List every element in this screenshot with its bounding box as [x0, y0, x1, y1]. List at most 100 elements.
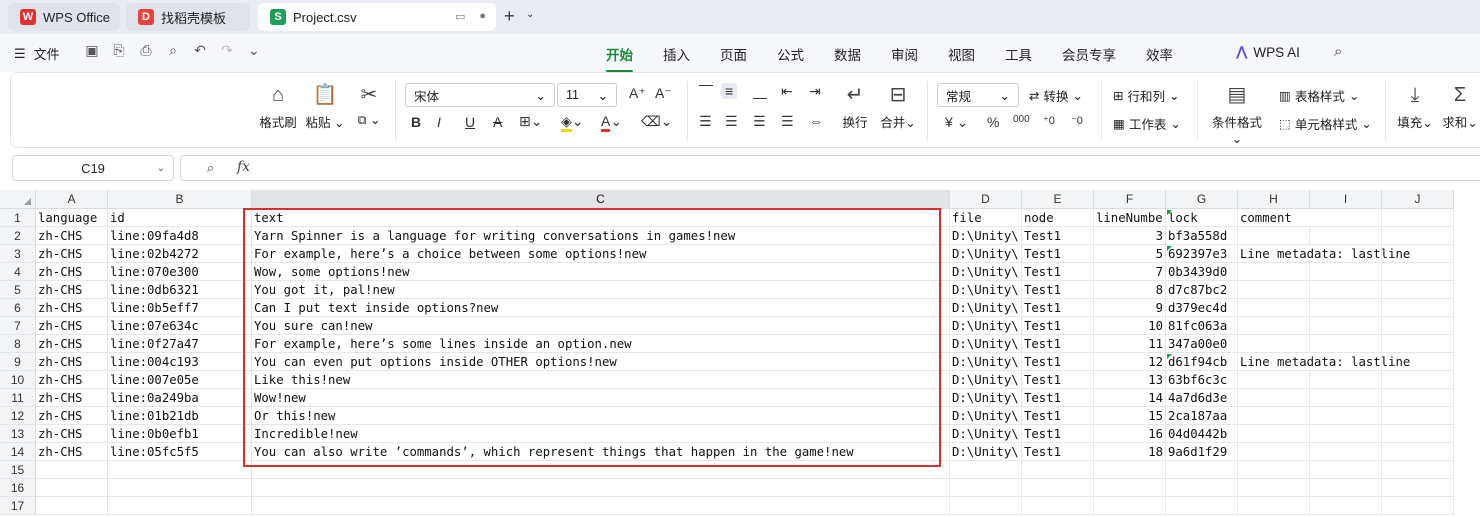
wrap-text-button[interactable]: ↵ 换行: [837, 81, 873, 131]
cell-f6[interactable]: 9: [1094, 299, 1166, 317]
cell-j1[interactable]: [1382, 209, 1454, 227]
cell-d14[interactable]: D:\Unity\: [950, 443, 1022, 461]
cell-g1[interactable]: lock: [1166, 209, 1238, 227]
cell-f1[interactable]: lineNumbe: [1094, 209, 1166, 227]
cell-f13[interactable]: 16: [1094, 425, 1166, 443]
cell-b11[interactable]: line:0a249ba: [108, 389, 252, 407]
align-bottom-icon[interactable]: ⎽: [753, 83, 767, 100]
cell-a4[interactable]: zh-CHS: [36, 263, 108, 281]
tab-page[interactable]: 页面: [720, 44, 747, 64]
cell-g6[interactable]: d379ec4d: [1166, 299, 1238, 317]
align-top-icon[interactable]: ⎺: [699, 83, 713, 100]
cell-d3[interactable]: D:\Unity\: [950, 245, 1022, 263]
print-icon[interactable]: ⎙: [138, 42, 154, 59]
fx-icon[interactable]: fx: [237, 159, 250, 175]
cell-g2[interactable]: bf3a558d: [1166, 227, 1238, 245]
cell-e8[interactable]: Test1: [1022, 335, 1094, 353]
cell-j7[interactable]: [1382, 317, 1454, 335]
cell-a5[interactable]: zh-CHS: [36, 281, 108, 299]
cell-a17[interactable]: [36, 497, 108, 515]
font-size-select[interactable]: 11 ⌄: [557, 83, 617, 107]
increase-font-icon[interactable]: A⁺: [629, 85, 646, 102]
cell-b8[interactable]: line:0f27a47: [108, 335, 252, 353]
cell-j15[interactable]: [1382, 461, 1454, 479]
cell-c8[interactable]: For example, here’s some lines inside an…: [252, 335, 950, 353]
new-tab-icon[interactable]: +: [504, 6, 515, 27]
cell-f12[interactable]: 15: [1094, 407, 1166, 425]
cell-d13[interactable]: D:\Unity\: [950, 425, 1022, 443]
increase-decimal-icon[interactable]: ⁺0: [1043, 114, 1055, 127]
row-header-15[interactable]: 15: [0, 461, 36, 479]
cell-j6[interactable]: [1382, 299, 1454, 317]
cell-h7[interactable]: [1238, 317, 1310, 335]
cell-b7[interactable]: line:07e634c: [108, 317, 252, 335]
tab-data[interactable]: 数据: [834, 44, 861, 64]
save-icon[interactable]: ▣: [84, 42, 100, 59]
cell-d15[interactable]: [950, 461, 1022, 479]
cell-a16[interactable]: [36, 479, 108, 497]
cell-c11[interactable]: Wow!new: [252, 389, 950, 407]
format-painter-button[interactable]: ⌂ 格式刷: [257, 81, 299, 131]
tab-docer-templates[interactable]: D 找稻壳模板: [126, 3, 250, 31]
cell-b2[interactable]: line:09fa4d8: [108, 227, 252, 245]
cell-d4[interactable]: D:\Unity\: [950, 263, 1022, 281]
cell-i10[interactable]: [1310, 371, 1382, 389]
cell-e4[interactable]: Test1: [1022, 263, 1094, 281]
decrease-decimal-icon[interactable]: ⁻0: [1071, 114, 1083, 127]
chevron-down-icon[interactable]: ⌄: [246, 42, 262, 59]
cell-i3[interactable]: [1310, 245, 1382, 263]
cell-a10[interactable]: zh-CHS: [36, 371, 108, 389]
cell-e17[interactable]: [1022, 497, 1094, 515]
cell-a11[interactable]: zh-CHS: [36, 389, 108, 407]
file-menu[interactable]: ☰ 文件: [14, 44, 60, 63]
worksheet-button[interactable]: ▦ 工作表 ⌄: [1113, 114, 1181, 133]
distributed-icon[interactable]: ⇔: [809, 113, 823, 129]
cell-a3[interactable]: zh-CHS: [36, 245, 108, 263]
column-header-d[interactable]: D: [950, 190, 1022, 209]
cell-i2[interactable]: [1310, 227, 1382, 245]
zoom-icon[interactable]: ⌕: [207, 160, 214, 176]
cell-b17[interactable]: [108, 497, 252, 515]
cell-h16[interactable]: [1238, 479, 1310, 497]
tab-home[interactable]: 开始: [606, 44, 633, 72]
cell-j16[interactable]: [1382, 479, 1454, 497]
name-box[interactable]: C19 ⌄: [12, 155, 174, 181]
cell-j4[interactable]: [1382, 263, 1454, 281]
cell-h10[interactable]: [1238, 371, 1310, 389]
row-header-11[interactable]: 11: [0, 389, 36, 407]
cell-a13[interactable]: zh-CHS: [36, 425, 108, 443]
fill-color-icon[interactable]: ◈⌄: [561, 113, 584, 132]
cell-f15[interactable]: [1094, 461, 1166, 479]
cell-b16[interactable]: [108, 479, 252, 497]
cell-a14[interactable]: zh-CHS: [36, 443, 108, 461]
cell-i5[interactable]: [1310, 281, 1382, 299]
tab-formulas[interactable]: 公式: [777, 44, 804, 64]
table-style-button[interactable]: ▥ 表格样式 ⌄: [1279, 86, 1359, 105]
cell-c4[interactable]: Wow, some options!new: [252, 263, 950, 281]
cell-f5[interactable]: 8: [1094, 281, 1166, 299]
cell-j3[interactable]: [1382, 245, 1454, 263]
cell-g5[interactable]: d7c87bc2: [1166, 281, 1238, 299]
cell-b13[interactable]: line:0b0efb1: [108, 425, 252, 443]
cell-c9[interactable]: You can even put options inside OTHER op…: [252, 353, 950, 371]
cut-button[interactable]: ✂ ⧉ ⌄: [349, 81, 389, 128]
cell-e3[interactable]: Test1: [1022, 245, 1094, 263]
spreadsheet-grid[interactable]: A B C D E F G H I J 1 2 3 4 5 6 7 8 9 10 11 12 13 14 15 16 17 langu…: [0, 190, 1480, 517]
row-header-8[interactable]: 8: [0, 335, 36, 353]
cell-c16[interactable]: [252, 479, 950, 497]
font-name-select[interactable]: 宋体 ⌄: [405, 83, 555, 107]
column-header-e[interactable]: E: [1022, 190, 1094, 209]
align-middle-icon[interactable]: ≡: [721, 83, 738, 99]
cell-e9[interactable]: Test1: [1022, 353, 1094, 371]
cell-h4[interactable]: [1238, 263, 1310, 281]
row-header-6[interactable]: 6: [0, 299, 36, 317]
row-col-button[interactable]: ⊞ 行和列 ⌄: [1113, 86, 1179, 105]
cell-c3[interactable]: For example, here’s a choice between som…: [252, 245, 950, 263]
cell-i1[interactable]: [1310, 209, 1382, 227]
cell-d7[interactable]: D:\Unity\: [950, 317, 1022, 335]
cell-g4[interactable]: 0b3439d0: [1166, 263, 1238, 281]
decrease-indent-icon[interactable]: ⇤: [781, 83, 793, 100]
row-header-16[interactable]: 16: [0, 479, 36, 497]
cell-d17[interactable]: [950, 497, 1022, 515]
cell-g16[interactable]: [1166, 479, 1238, 497]
